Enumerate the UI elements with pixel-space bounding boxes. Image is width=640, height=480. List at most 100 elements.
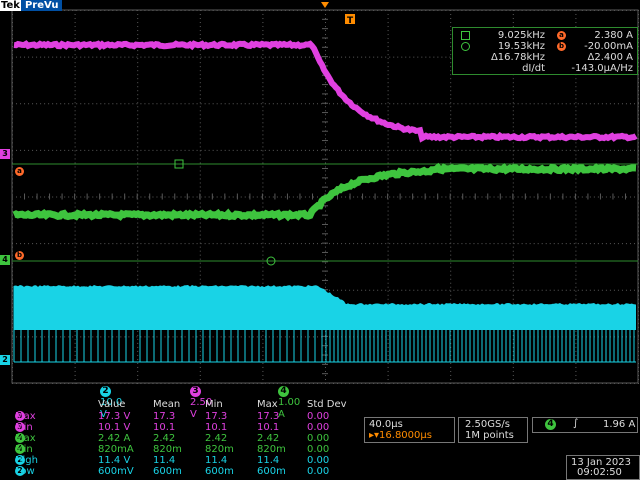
cursor-b-value: -20.00mA <box>584 41 633 52</box>
measurement-row[interactable]: 3 Min 10.1 V 10.1 10.1 10.1 0.00 <box>12 422 356 433</box>
header-mean: Mean <box>153 399 181 410</box>
brand-bar: Tek PreVu <box>0 0 63 11</box>
measurement-min: 600m <box>205 466 234 477</box>
horizontal-position: ▸▾16.8000µs <box>369 430 432 441</box>
header-max: Max <box>257 399 278 410</box>
acquisition-mode: PreVu <box>20 0 63 11</box>
trigger-position-marker[interactable] <box>321 2 329 8</box>
brand-logo: Tek <box>0 0 21 11</box>
measurement-mean: 11.4 <box>153 455 176 466</box>
cursor-delta-value: Δ2.400 A <box>587 52 634 63</box>
measurement-type: Max <box>15 433 36 444</box>
cursor-b-frequency: 19.53kHz <box>497 41 545 52</box>
measurement-value: 11.4 V <box>98 455 131 466</box>
acquisition-box[interactable]: 2.50GS/s 1M points <box>458 417 528 443</box>
measurement-mean: 10.1 <box>153 422 176 433</box>
cursor-readout-row-1: 9.025kHz a 2.380 A <box>453 30 637 41</box>
measurement-type: Max <box>15 411 36 422</box>
measurement-std-dev: 0.00 <box>307 422 330 433</box>
record-length: 1M points <box>465 430 514 441</box>
header-value: Value <box>98 399 126 410</box>
measurement-max: 2.42 <box>257 433 280 444</box>
cursor-delta-frequency: Δ16.78kHz <box>490 52 545 63</box>
datetime-box: 13 Jan 2023 09:02:50 <box>566 455 640 480</box>
trigger-source-badge: 4 <box>545 419 556 430</box>
ch3-marker-label: 3 <box>2 149 8 158</box>
measurement-row[interactable]: 4 Max 2.42 A 2.42 2.42 2.42 0.00 <box>12 433 356 444</box>
measurement-min: 10.1 <box>205 422 228 433</box>
cursor-a-frequency: 9.025kHz <box>497 30 545 41</box>
ch4-ground-marker[interactable]: 4 <box>0 255 10 265</box>
measurement-min: 17.3 <box>205 411 228 422</box>
cursor-readout-row-3: Δ16.78kHz Δ2.400 A <box>453 52 637 63</box>
cursor-readout[interactable]: 9.025kHz a 2.380 A 19.53kHz b -20.00mA Δ… <box>452 27 638 75</box>
trigger-box[interactable]: 4 ∫ 1.96 A <box>532 417 638 433</box>
cursor-a-badge-label: a <box>559 31 564 39</box>
measurement-std-dev: 0.00 <box>307 433 330 444</box>
measurement-mean: 600m <box>153 466 182 477</box>
measurement-std-dev: 0.00 <box>307 466 330 477</box>
measurement-std-dev: 0.00 <box>307 411 330 422</box>
measurement-type: Low <box>15 466 35 477</box>
timebase-scale: 40.0µs <box>369 419 403 430</box>
measurement-max: 11.4 <box>257 455 280 466</box>
timebase-box[interactable]: 40.0µs ▸▾16.8000µs <box>364 417 455 443</box>
ch2-scale[interactable]: 210.0 V <box>100 385 122 420</box>
cursor-b-badge-label: b <box>558 42 564 50</box>
header-min: Min <box>205 399 223 410</box>
measurement-value: 17.3 V <box>98 411 131 422</box>
cursor-a-marker-label: a <box>17 167 22 175</box>
measurement-mean: 820m <box>153 444 182 455</box>
ch2-scale-badge: 2 <box>100 386 111 397</box>
measurement-row[interactable]: 4 Min 820mA 820m 820m 820m 0.00 <box>12 444 356 455</box>
measurement-type: High <box>15 455 38 466</box>
circle-cursor-icon <box>461 42 470 51</box>
ch4-scale-badge: 4 <box>278 386 289 397</box>
measurement-min: 2.42 <box>205 433 228 444</box>
ch2-marker-label: 2 <box>2 355 8 364</box>
measurement-std-dev: 0.00 <box>307 455 330 466</box>
ch4-marker-label: 4 <box>2 255 8 264</box>
cursor-b-badge: b <box>557 42 566 51</box>
measurement-row[interactable]: 3 Max 17.3 V 17.3 17.3 17.3 0.00 <box>12 411 356 422</box>
measurement-row[interactable]: 2 Low 600mV 600m 600m 600m 0.00 <box>12 466 356 477</box>
trigger-slope-icon: ∫ <box>573 418 579 429</box>
measurement-std-dev: 0.00 <box>307 444 330 455</box>
measurement-value: 2.42 A <box>98 433 131 444</box>
time-label: 09:02:50 <box>577 467 622 478</box>
measurement-type: Min <box>15 422 33 433</box>
ch3-ground-marker[interactable]: 3 <box>0 149 10 159</box>
ch2-waveform-band <box>14 285 636 330</box>
measurement-max: 17.3 <box>257 411 280 422</box>
measurement-max: 600m <box>257 466 286 477</box>
measurement-max: 10.1 <box>257 422 280 433</box>
ch3-scale-badge: 3 <box>190 386 201 397</box>
cursor-readout-row-2: 19.53kHz b -20.00mA <box>453 41 637 52</box>
measurement-max: 820m <box>257 444 286 455</box>
cursor-ratio-value: -143.0µA/Hz <box>571 63 633 74</box>
cursor-b-marker-label: b <box>16 251 22 259</box>
sample-rate: 2.50GS/s <box>465 419 510 430</box>
measurement-value: 10.1 V <box>98 422 131 433</box>
measurement-row[interactable]: 2 High 11.4 V 11.4 11.4 11.4 0.00 <box>12 455 356 466</box>
cursor-readout-row-4: dI/dt -143.0µA/Hz <box>453 63 637 74</box>
header-std-dev: Std Dev <box>307 399 347 410</box>
measurement-type: Min <box>15 444 33 455</box>
square-cursor-icon <box>461 31 470 40</box>
cursor-b-marker[interactable]: b <box>15 251 24 260</box>
trigger-level: 1.96 A <box>603 419 636 430</box>
trigger-t-label: T <box>347 16 354 26</box>
ch2-ground-marker[interactable]: 2 <box>0 355 10 365</box>
cursor-a-marker[interactable]: a <box>15 167 24 176</box>
measurement-table[interactable]: Value Mean Min Max Std Dev 3 Max 17.3 V 17.… <box>12 399 356 477</box>
cursor-a-value: 2.380 A <box>594 30 633 41</box>
ch4-scale[interactable]: 41.00 A <box>278 385 300 420</box>
cursor-ratio-label: dI/dt <box>522 63 545 74</box>
measurement-mean: 2.42 <box>153 433 176 444</box>
measurement-min: 11.4 <box>205 455 228 466</box>
measurement-value: 820mA <box>98 444 134 455</box>
measurement-mean: 17.3 <box>153 411 176 422</box>
measurement-value: 600mV <box>98 466 134 477</box>
cursor-a-badge: a <box>557 31 566 40</box>
ch3-scale[interactable]: 32.50 V <box>190 385 212 420</box>
